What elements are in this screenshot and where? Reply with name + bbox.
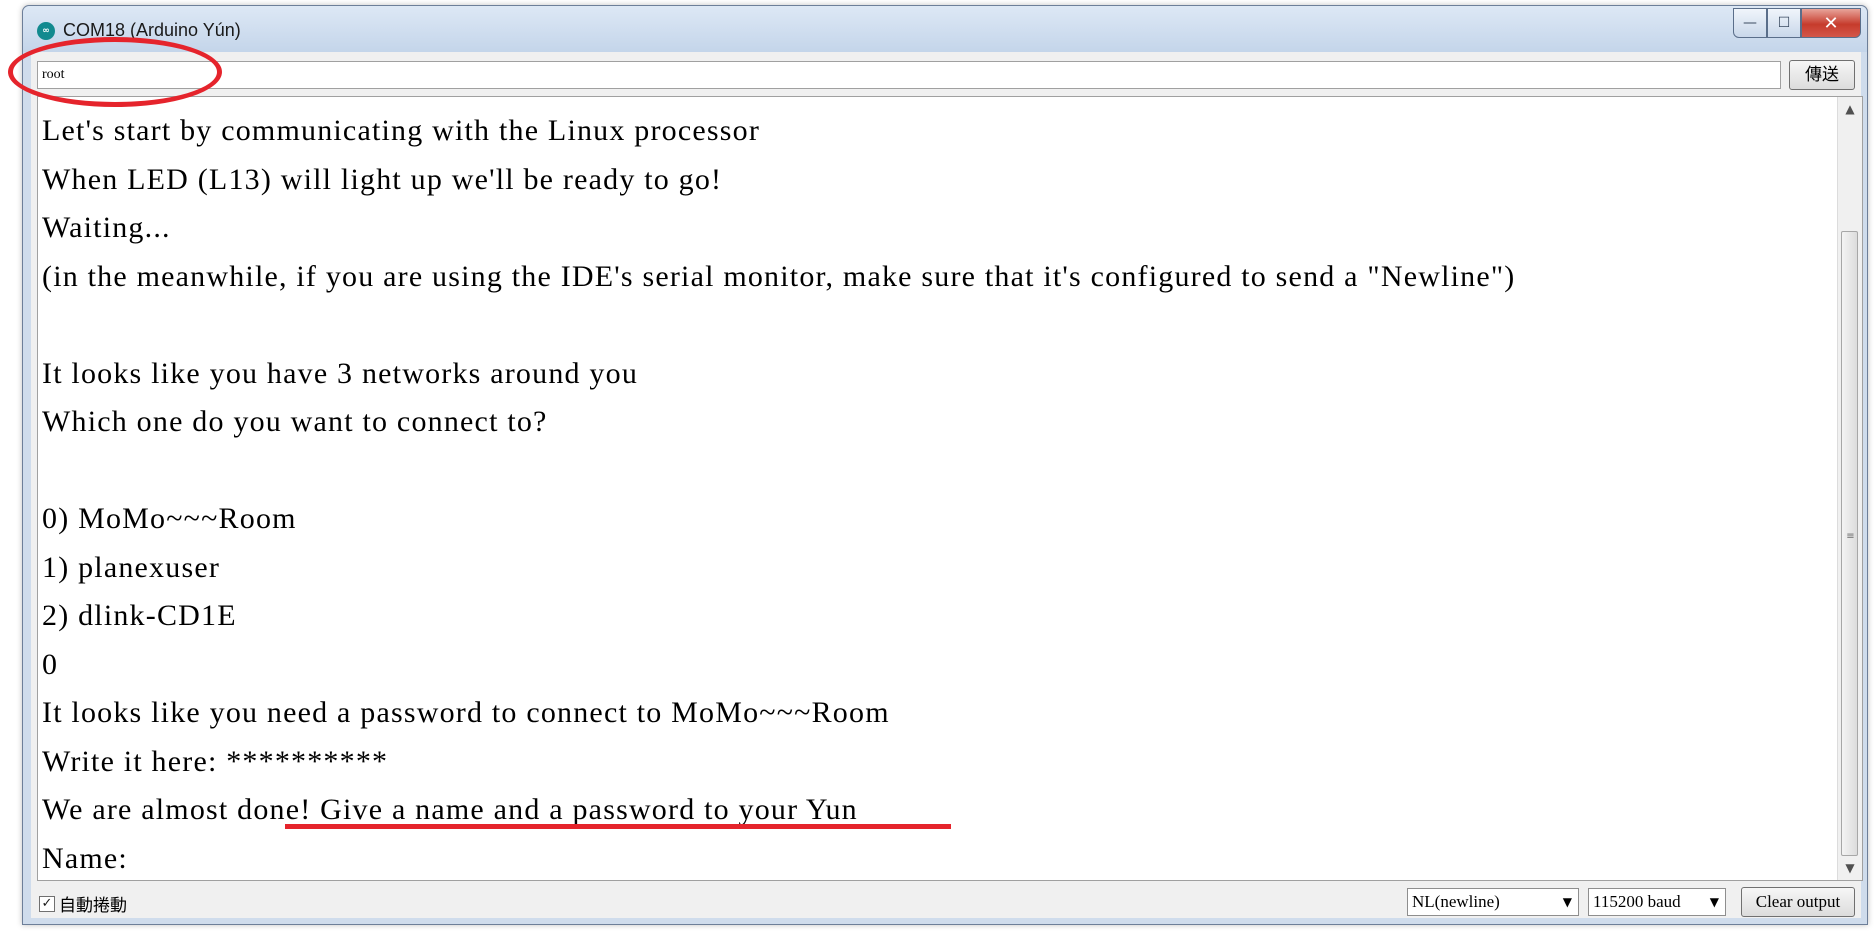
baud-rate-select[interactable]: 115200 baud ▼ bbox=[1588, 888, 1726, 916]
arduino-icon: ∞ bbox=[37, 22, 55, 40]
output-line: 0) MoMo~~~Room bbox=[42, 502, 297, 535]
client-area: root 傳送 Let's start by communicating wit… bbox=[31, 52, 1863, 918]
output-line: Let's start by communicating with the Li… bbox=[42, 114, 761, 147]
dropdown-arrow-icon: ▼ bbox=[1562, 895, 1572, 909]
close-button[interactable]: ✕ bbox=[1801, 8, 1861, 38]
send-button[interactable]: 傳送 bbox=[1789, 60, 1855, 90]
annotation-underline bbox=[285, 824, 951, 829]
annotation-ellipse bbox=[8, 37, 222, 107]
output-lines: Let's start by communicating with the Li… bbox=[42, 107, 1516, 880]
output-line: (in the meanwhile, if you are using the … bbox=[42, 259, 1516, 293]
line-ending-select[interactable]: NL(newline) ▼ bbox=[1407, 888, 1579, 916]
maximize-button[interactable]: ☐ bbox=[1767, 8, 1801, 38]
bottom-bar: ✓ 自動捲動 NL(newline) ▼ 115200 baud ▼ Clear… bbox=[31, 885, 1861, 918]
autoscroll-checkbox[interactable]: ✓ bbox=[39, 895, 55, 912]
scroll-down-icon[interactable]: ▼ bbox=[1838, 856, 1862, 880]
minimize-icon: — bbox=[1743, 15, 1757, 31]
output-line: 2) dlink-CD1E bbox=[42, 599, 237, 632]
output-line: 0 bbox=[42, 647, 59, 681]
output-line: Which one do you want to connect to? bbox=[42, 405, 548, 438]
output-line: When LED (L13) will light up we'll be re… bbox=[42, 162, 723, 196]
autoscroll-label: 自動捲動 bbox=[59, 896, 127, 916]
output-line: It looks like you need a password to con… bbox=[42, 696, 890, 729]
clear-output-button[interactable]: Clear output bbox=[1741, 887, 1855, 917]
maximize-icon: ☐ bbox=[1777, 15, 1791, 31]
close-icon: ✕ bbox=[1823, 12, 1839, 34]
output-line: Name: bbox=[42, 841, 128, 875]
grip-icon: ≡ bbox=[1846, 531, 1855, 542]
output-line: Waiting... bbox=[42, 211, 171, 244]
dropdown-arrow-icon: ▼ bbox=[1709, 895, 1719, 909]
output-line: 1) planexuser bbox=[42, 550, 221, 584]
line-ending-value: NL(newline) bbox=[1412, 892, 1500, 911]
output-line: Write it here: ********** bbox=[42, 744, 389, 778]
title-bar[interactable]: ∞ COM18 (Arduino Yún) — ☐ ✕ bbox=[23, 6, 1867, 52]
minimize-button[interactable]: — bbox=[1733, 8, 1767, 38]
window-controls: — ☐ ✕ bbox=[1733, 8, 1861, 40]
send-input[interactable]: root bbox=[37, 61, 1781, 89]
output-line: It looks like you have 3 networks around… bbox=[42, 356, 639, 390]
scroll-up-icon[interactable]: ▲ bbox=[1838, 97, 1862, 121]
serial-monitor-window: ∞ COM18 (Arduino Yún) — ☐ ✕ root 傳送 Let'… bbox=[22, 5, 1868, 925]
serial-output[interactable]: Let's start by communicating with the Li… bbox=[37, 96, 1863, 881]
baud-rate-value: 115200 baud bbox=[1593, 892, 1681, 911]
scrollbar-thumb[interactable]: ≡ bbox=[1841, 231, 1858, 856]
vertical-scrollbar[interactable]: ▲ ≡ ▼ bbox=[1837, 97, 1862, 880]
autoscroll-toggle[interactable]: ✓ 自動捲動 bbox=[39, 891, 127, 916]
